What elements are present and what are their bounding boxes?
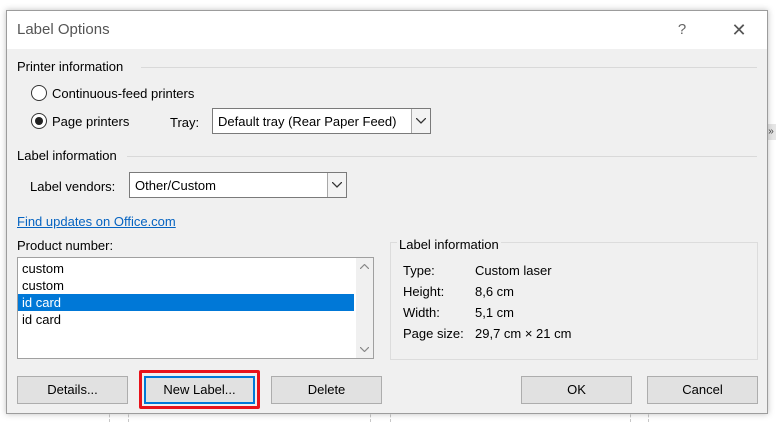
chevron-down-icon[interactable] (411, 109, 430, 133)
list-item[interactable]: id card (18, 311, 354, 328)
radio-button-checked-icon[interactable] (31, 113, 47, 129)
ok-button[interactable]: OK (521, 376, 632, 404)
label-information-panel-title: Label information (397, 237, 501, 252)
page-printers-radio[interactable]: Page printers (31, 113, 129, 129)
info-row-value: 29,7 cm × 21 cm (475, 326, 572, 341)
product-list-items: custom custom id card id card (18, 260, 354, 328)
label-vendors-select[interactable]: Other/Custom (129, 172, 347, 198)
divider (127, 156, 757, 157)
radio-button-icon[interactable] (31, 85, 47, 101)
info-row-value: 5,1 cm (475, 305, 515, 320)
info-row-value: 8,6 cm (475, 284, 515, 299)
dialog-title: Label Options (17, 21, 110, 38)
delete-button[interactable]: Delete (271, 376, 382, 404)
chevron-down-icon[interactable] (327, 173, 346, 197)
label-options-dialog: Label Options ? ✕ Printer information Co… (6, 10, 768, 414)
label-vendors-value: Other/Custom (135, 177, 216, 193)
close-icon[interactable]: ✕ (725, 19, 753, 41)
info-row-key: Width: (403, 305, 440, 320)
label-information-heading: Label information (17, 148, 117, 163)
title-bar: Label Options ? ✕ (7, 11, 767, 49)
scroll-down-icon[interactable] (356, 341, 373, 358)
help-icon[interactable]: ? (671, 19, 693, 41)
find-updates-link[interactable]: Find updates on Office.com (17, 214, 176, 229)
divider (141, 67, 757, 68)
info-row-key: Type: (403, 263, 435, 278)
cancel-button[interactable]: Cancel (647, 376, 758, 404)
tray-label: Tray: (170, 115, 200, 130)
list-scrollbar[interactable] (356, 258, 373, 358)
label-vendors-label: Label vendors: (30, 179, 116, 194)
info-row-value: Custom laser (475, 263, 552, 278)
info-row-key: Height: (403, 284, 445, 299)
details-button[interactable]: Details... (17, 376, 128, 404)
product-number-label: Product number: (17, 238, 114, 253)
continuous-feed-label: Continuous-feed printers (52, 85, 195, 101)
label-information-panel (390, 242, 758, 360)
highlight-box (139, 370, 260, 409)
page-printers-label: Page printers (52, 113, 130, 129)
list-item[interactable]: custom (18, 260, 354, 277)
product-number-list[interactable]: custom custom id card id card (17, 257, 374, 359)
continuous-feed-radio[interactable]: Continuous-feed printers (31, 85, 194, 101)
tray-select[interactable]: Default tray (Rear Paper Feed) (212, 108, 431, 134)
printer-information-heading: Printer information (17, 59, 124, 74)
scroll-up-icon[interactable] (356, 258, 373, 275)
tray-select-value: Default tray (Rear Paper Feed) (218, 113, 397, 129)
info-row-key: Page size: (403, 326, 464, 341)
list-item[interactable]: custom (18, 277, 354, 294)
list-item[interactable]: id card (18, 294, 354, 311)
